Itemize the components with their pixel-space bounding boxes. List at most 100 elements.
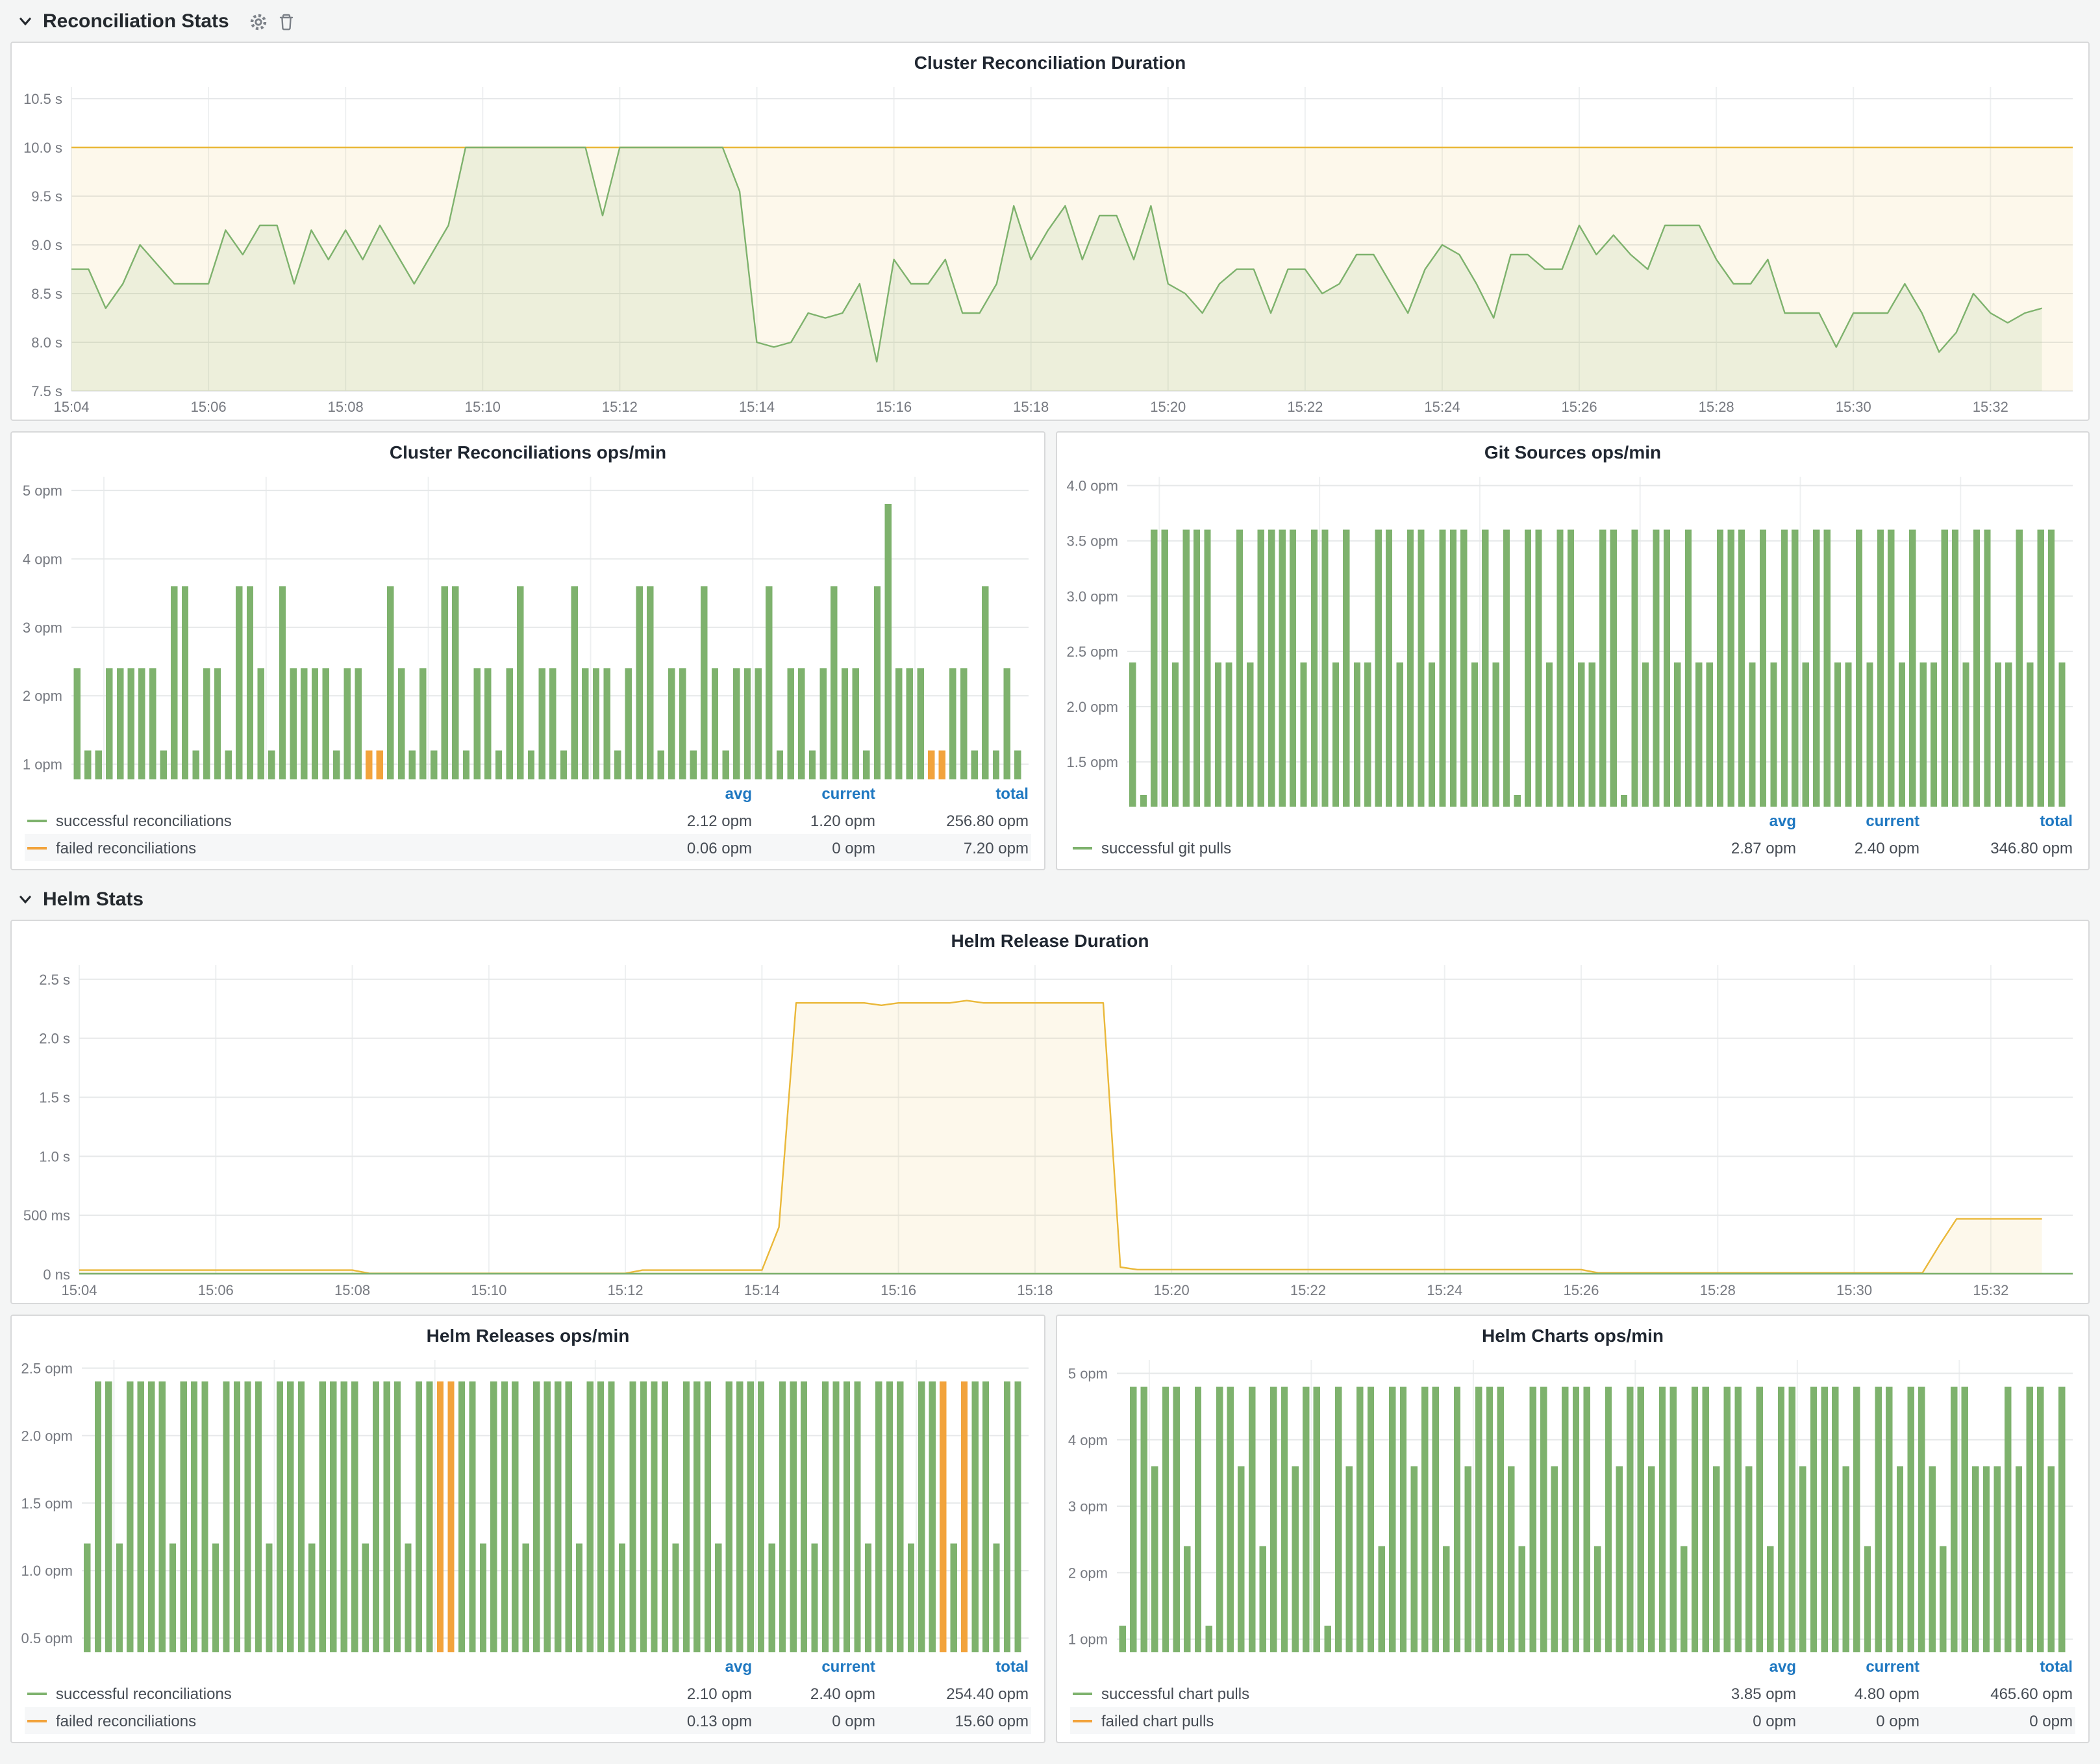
panel-helm-charts-ops: Helm Charts ops/min 15:0515:1015:1515:20…	[1056, 1315, 2090, 1743]
svg-text:15:10: 15:10	[471, 1282, 506, 1298]
svg-text:15:30: 15:30	[1836, 1282, 1872, 1298]
legend-sort-total[interactable]: total	[875, 1657, 1029, 1675]
legend-series-name[interactable]: successful reconciliations	[27, 811, 629, 829]
legend-sort-avg[interactable]: avg	[1673, 811, 1796, 829]
legend-header-row: avgcurrenttotal	[1070, 1652, 2075, 1680]
legend-value: 2.10 opm	[629, 1684, 752, 1702]
panel-cluster-reconciliations-ops: Cluster Reconciliations ops/min 15:0515:…	[10, 431, 1045, 870]
chart-helm-charts-ops[interactable]: 15:0515:1015:1515:2015:2515:300 opm1 opm…	[1057, 1347, 2088, 1652]
chevron-down-icon[interactable]	[18, 892, 32, 907]
svg-text:2.0 s: 2.0 s	[39, 1031, 70, 1047]
legend-series-name[interactable]: successful chart pulls	[1073, 1684, 1673, 1702]
svg-text:1 opm: 1 opm	[23, 757, 62, 773]
legend-value: 0 opm	[1796, 1711, 1919, 1730]
legend-sort-total[interactable]: total	[875, 784, 1029, 802]
legend-series-name[interactable]: failed reconciliations	[27, 1711, 629, 1730]
legend-value: 346.80 opm	[1919, 838, 2073, 857]
legend-sort-avg[interactable]: avg	[629, 1657, 752, 1675]
legend-sort-avg[interactable]: avg	[1673, 1657, 1796, 1675]
svg-text:15:28: 15:28	[1699, 399, 1734, 415]
svg-text:15:20: 15:20	[1150, 399, 1186, 415]
panel-title[interactable]: Helm Release Duration	[12, 921, 2088, 952]
svg-text:15:32: 15:32	[1973, 1282, 2008, 1298]
legend-cluster-reconciliations: avgcurrenttotalsuccessful reconciliation…	[12, 779, 1044, 869]
legend-row: failed reconciliations0.06 opm0 opm7.20 …	[25, 834, 1031, 861]
svg-text:1.5 opm: 1.5 opm	[1067, 754, 1119, 770]
svg-text:15:24: 15:24	[1427, 1282, 1462, 1298]
legend-sort-avg[interactable]: avg	[629, 784, 752, 802]
panel-title[interactable]: Cluster Reconciliations ops/min	[12, 433, 1044, 464]
row-header-reconciliation-stats: Reconciliation Stats	[0, 1, 2100, 42]
panel-title[interactable]: Cluster Reconciliation Duration	[12, 43, 2088, 74]
legend-series-name[interactable]: failed reconciliations	[27, 838, 629, 857]
svg-text:1.5 s: 1.5 s	[39, 1089, 70, 1105]
svg-text:15:04: 15:04	[53, 399, 89, 415]
svg-text:15:28: 15:28	[1700, 1282, 1736, 1298]
legend-series-name[interactable]: failed chart pulls	[1073, 1711, 1673, 1730]
svg-text:3 opm: 3 opm	[1068, 1498, 1108, 1515]
chart-cluster-reconciliations-ops[interactable]: 15:0515:1015:1515:2015:2515:300 opm1 opm…	[12, 464, 1044, 779]
series-color-marker	[27, 819, 47, 822]
svg-text:15:26: 15:26	[1563, 1282, 1599, 1298]
legend-value: 15.60 opm	[875, 1711, 1029, 1730]
svg-text:15:12: 15:12	[608, 1282, 644, 1298]
svg-text:4 opm: 4 opm	[23, 551, 62, 567]
svg-text:1.5 opm: 1.5 opm	[21, 1495, 73, 1511]
legend-value: 0.13 opm	[629, 1711, 752, 1730]
svg-text:3.0 opm: 3.0 opm	[1067, 588, 1119, 605]
svg-text:10.5 s: 10.5 s	[23, 91, 62, 107]
chart-cluster-reconciliation-duration[interactable]: 15:0415:0615:0815:1015:1215:1415:1615:18…	[12, 74, 2088, 420]
section-title-helm-stats[interactable]: Helm Stats	[43, 888, 144, 911]
svg-text:2 opm: 2 opm	[23, 688, 62, 704]
legend-sort-current[interactable]: current	[1796, 1657, 1919, 1675]
svg-text:15:22: 15:22	[1290, 1282, 1326, 1298]
chart-git-sources-ops[interactable]: 15:0515:1015:1515:2015:2515:301.0 opm1.5…	[1057, 464, 2088, 807]
svg-text:4 opm: 4 opm	[1068, 1432, 1108, 1448]
legend-row: successful reconciliations2.12 opm1.20 o…	[25, 807, 1031, 834]
legend-header-row: avgcurrenttotal	[25, 1652, 1031, 1680]
panel-title[interactable]: Helm Charts ops/min	[1057, 1316, 2088, 1347]
svg-text:15:08: 15:08	[334, 1282, 370, 1298]
gear-icon[interactable]	[250, 12, 268, 31]
series-color-marker	[27, 846, 47, 849]
svg-text:15:12: 15:12	[602, 399, 638, 415]
svg-text:0 ns: 0 ns	[43, 1266, 70, 1283]
svg-text:9.5 s: 9.5 s	[31, 188, 62, 205]
legend-helm-charts: avgcurrenttotal successful chart pulls3.8…	[1057, 1652, 2088, 1742]
chart-helm-release-duration[interactable]: 15:0415:0615:0815:1015:1215:1415:1615:18…	[12, 952, 2088, 1303]
legend-value: 3.85 opm	[1673, 1684, 1796, 1702]
trash-icon[interactable]	[279, 12, 295, 31]
series-color-marker	[1073, 1692, 1092, 1695]
panel-cluster-reconciliation-duration: Cluster Reconciliation Duration 15:04 15:…	[10, 42, 2090, 421]
legend-sort-current[interactable]: current	[752, 1657, 875, 1675]
legend-value: 465.60 opm	[1919, 1684, 2073, 1702]
svg-text:15:06: 15:06	[198, 1282, 234, 1298]
legend-header-row: avgcurrenttotal	[1070, 807, 2075, 834]
legend-sort-total[interactable]: total	[1919, 1657, 2073, 1675]
series-color-marker	[1073, 846, 1092, 849]
panel-title[interactable]: Git Sources ops/min	[1057, 433, 2088, 464]
chevron-down-icon[interactable]	[18, 14, 32, 29]
legend-series-name[interactable]: successful git pulls	[1073, 838, 1673, 857]
svg-text:15:24: 15:24	[1424, 399, 1460, 415]
svg-text:8.5 s: 8.5 s	[31, 286, 62, 302]
legend-header-row: avgcurrenttotal	[25, 779, 1031, 807]
legend-git-sources: avgcurrenttotalsuccessful git pulls2.87 …	[1057, 807, 2088, 869]
section-title-reconciliation-stats[interactable]: Reconciliation Stats	[43, 10, 229, 32]
svg-text:2.0 opm: 2.0 opm	[1067, 699, 1119, 715]
legend-series-name[interactable]: successful reconciliations	[27, 1684, 629, 1702]
svg-text:0.5 opm: 0.5 opm	[21, 1630, 73, 1646]
svg-text:15:14: 15:14	[744, 1282, 780, 1298]
panel-git-sources-ops: Git Sources ops/min 15:0515:1015:1515:20…	[1056, 431, 2090, 870]
chart-helm-releases-ops[interactable]: 15:0515:1015:1515:2015:2515:300 opm0.5 o…	[12, 1347, 1044, 1652]
svg-text:500 ms: 500 ms	[23, 1207, 70, 1224]
svg-text:15:20: 15:20	[1154, 1282, 1190, 1298]
svg-text:15:16: 15:16	[876, 399, 912, 415]
svg-text:1.0 s: 1.0 s	[39, 1148, 70, 1165]
legend-sort-current[interactable]: current	[752, 784, 875, 802]
legend-sort-total[interactable]: total	[1919, 811, 2073, 829]
svg-text:15:18: 15:18	[1013, 399, 1049, 415]
legend-sort-current[interactable]: current	[1796, 811, 1919, 829]
legend-value: 4.80 opm	[1796, 1684, 1919, 1702]
panel-title[interactable]: Helm Releases ops/min	[12, 1316, 1044, 1347]
